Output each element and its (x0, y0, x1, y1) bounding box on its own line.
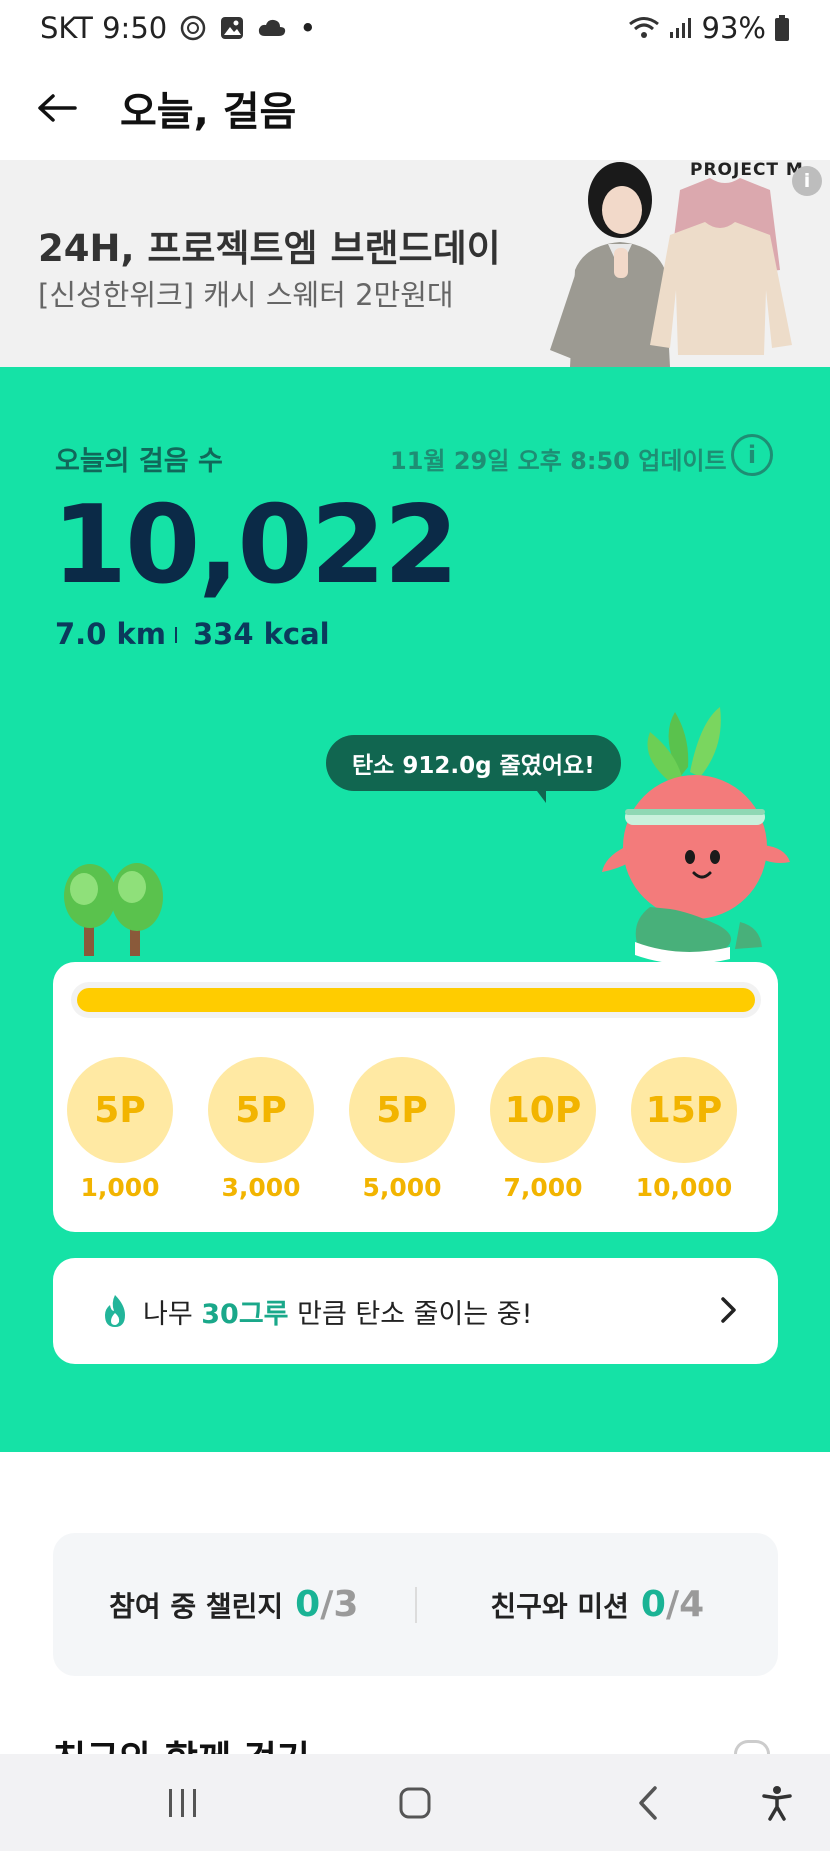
tree-message: 나무 30그루 만큼 탄소 줄이는 중! (143, 1292, 532, 1331)
reward-steps: 7,000 (503, 1173, 583, 1202)
notification-dot: • (299, 11, 317, 45)
carbon-bubble: 탄소 912.0g 줄였어요! (326, 735, 621, 791)
challenge-total: /3 (320, 1584, 359, 1625)
reward-points: 5P (349, 1057, 455, 1163)
steps-section: 오늘의 걸음 수 11월 29일 오후 8:50 업데이트 i 10,022 7… (0, 367, 830, 1452)
distance: 7.0 km (55, 617, 166, 651)
ad-info-icon[interactable]: i (792, 166, 822, 196)
system-nav-bar (0, 1754, 830, 1851)
sweater-model-image (550, 162, 792, 367)
carrier-time: SKT 9:50 (40, 11, 168, 45)
chevron-right-icon (721, 1297, 736, 1323)
tree-message-suffix: 만큼 탄소 줄이는 중! (288, 1298, 533, 1330)
reward-item[interactable]: 15P 10,000 (629, 1057, 739, 1202)
home-icon (399, 1787, 431, 1819)
challenge-label: 참여 중 챌린지 (109, 1589, 284, 1623)
bubble-tail (534, 787, 546, 803)
accessibility-button[interactable] (752, 1780, 802, 1826)
section-title: 친구와 함께 걷기 (53, 1730, 310, 1754)
app-header: 오늘, 걸음 (0, 56, 830, 160)
challenge-done: 0 (295, 1584, 321, 1625)
reward-steps: 1,000 (80, 1173, 160, 1202)
wifi-icon (628, 15, 660, 41)
reward-steps: 5,000 (362, 1173, 442, 1202)
ad-banner[interactable]: 24H, 프로젝트엠 브랜드데이 [신성한위크] 캐시 스웨터 2만원대 PRO… (0, 160, 830, 367)
back-nav-button[interactable] (623, 1780, 673, 1826)
progress-track (71, 982, 761, 1018)
calories: 334 kcal (193, 617, 330, 651)
status-bar: SKT 9:50 • 93% (0, 0, 830, 56)
progress-fill (77, 988, 755, 1012)
steps-info-icon[interactable]: i (731, 434, 773, 476)
tree-message-prefix: 나무 (143, 1298, 202, 1330)
update-time: 11월 29일 오후 8:50 업데이트 (390, 447, 727, 475)
step-count: 10,022 (52, 483, 459, 608)
reward-points: 5P (67, 1057, 173, 1163)
friend-missions[interactable]: 친구와 미션 0/4 (417, 1584, 779, 1625)
back-button[interactable] (32, 83, 82, 133)
reward-item[interactable]: 5P 1,000 (65, 1057, 175, 1202)
reward-item[interactable]: 10P 7,000 (488, 1057, 598, 1202)
step-rewards-card: 5P 1,000 5P 3,000 5P 5,000 10P 7,000 15P… (53, 962, 778, 1232)
battery-percent: 93% (701, 11, 766, 45)
steps-label: 오늘의 걸음 수 (55, 446, 223, 477)
trees-illustration (64, 863, 163, 956)
reward-item[interactable]: 5P 5,000 (347, 1057, 457, 1202)
reward-points: 10P (490, 1057, 596, 1163)
banner-title: 24H, 프로젝트엠 브랜드데이 (38, 227, 501, 270)
challenge-panel: 참여 중 챌린지 0/3 친구와 미션 0/4 (53, 1533, 778, 1676)
mission-total: /4 (665, 1584, 705, 1625)
reward-points: 5P (208, 1057, 314, 1163)
reward-points: 15P (631, 1057, 737, 1163)
stat-divider (175, 627, 177, 643)
section-info-icon[interactable] (734, 1740, 770, 1754)
settings-badge-icon (179, 14, 207, 42)
tree-count: 30그루 (201, 1298, 289, 1330)
participating-challenges[interactable]: 참여 중 챌린지 0/3 (53, 1584, 415, 1625)
tree-carbon-card[interactable]: 나무 30그루 만큼 탄소 줄이는 중! (53, 1258, 778, 1364)
arrow-left-icon (38, 94, 77, 122)
mission-label: 친구와 미션 (490, 1589, 629, 1623)
page-title: 오늘, 걸음 (120, 89, 297, 135)
banner-subtitle: [신성한위크] 캐시 스웨터 2만원대 (38, 278, 454, 312)
recent-apps-button[interactable] (158, 1780, 208, 1826)
reward-item[interactable]: 5P 3,000 (206, 1057, 316, 1202)
mission-count: 0/4 (641, 1584, 704, 1625)
challenge-count: 0/3 (295, 1584, 358, 1625)
accessibility-icon (762, 1786, 792, 1821)
recent-apps-icon (169, 1789, 196, 1817)
reward-steps: 3,000 (221, 1173, 301, 1202)
gallery-icon (219, 15, 245, 41)
flame-icon (105, 1295, 125, 1327)
reward-steps: 10,000 (635, 1173, 733, 1202)
home-button[interactable] (390, 1780, 440, 1826)
chevron-left-icon (639, 1786, 657, 1820)
mission-done: 0 (640, 1584, 666, 1625)
signal-icon (668, 16, 694, 40)
banner-brand: PROJECT M (690, 160, 804, 180)
cloud-icon (257, 17, 287, 39)
battery-icon (774, 14, 790, 42)
